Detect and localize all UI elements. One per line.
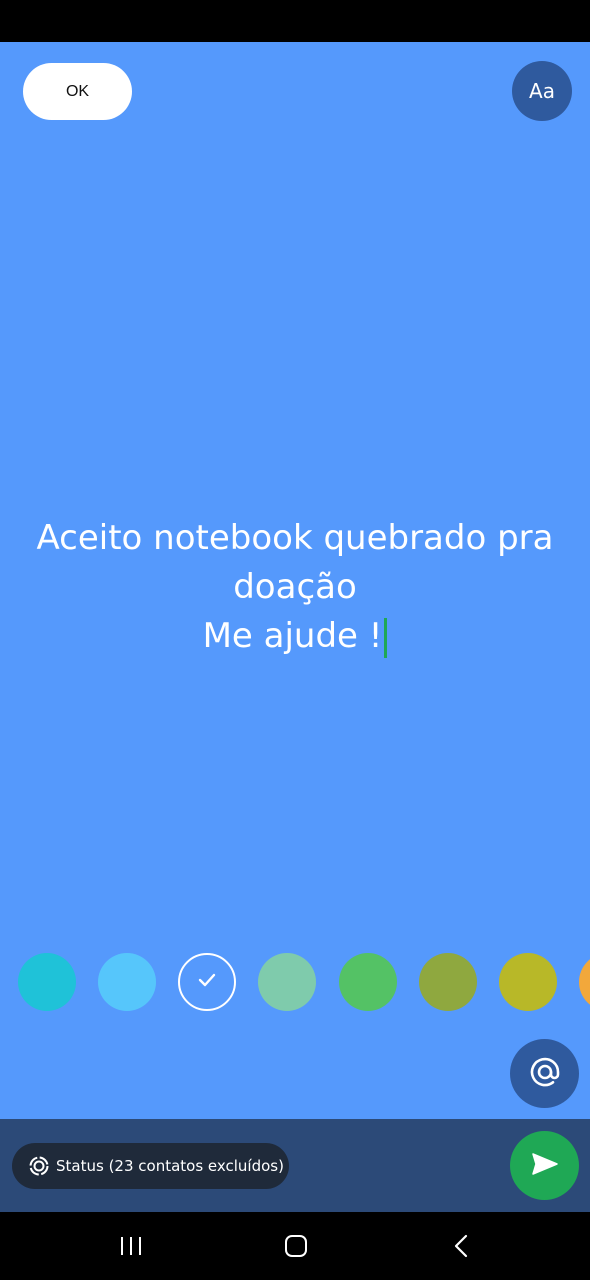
recent-apps-button[interactable] — [111, 1228, 151, 1264]
back-button[interactable] — [442, 1228, 482, 1264]
send-button[interactable] — [510, 1131, 579, 1200]
check-icon — [196, 969, 218, 995]
mention-button[interactable] — [510, 1039, 579, 1108]
font-style-button[interactable]: Aa — [512, 61, 572, 121]
color-swatch[interactable] — [339, 953, 397, 1011]
color-swatch[interactable] — [579, 953, 590, 1011]
color-swatch-selected[interactable] — [178, 953, 236, 1011]
status-editor-canvas[interactable]: OK Aa Aceito notebook quebrado pra doaçã… — [0, 42, 590, 1119]
color-swatch-row[interactable] — [0, 952, 590, 1012]
home-button[interactable] — [276, 1228, 316, 1264]
text-cursor — [384, 617, 388, 658]
ok-button[interactable]: OK — [23, 63, 132, 120]
system-status-bar — [0, 0, 590, 42]
at-icon — [528, 1055, 562, 1093]
color-swatch[interactable] — [18, 953, 76, 1011]
status-text-line-3: Me ajude ! — [0, 612, 590, 661]
status-ring-icon — [28, 1155, 50, 1177]
color-swatch[interactable] — [499, 953, 557, 1011]
status-text-line-1: Aceito notebook quebrado pra — [36, 518, 554, 558]
status-audience-chip[interactable]: Status (23 contatos excluídos) — [12, 1143, 289, 1189]
status-text-line-2: doação — [233, 567, 357, 607]
system-navigation-bar — [0, 1212, 590, 1280]
send-icon — [530, 1149, 560, 1183]
color-swatch[interactable] — [419, 953, 477, 1011]
composer-bottom-bar: Status (23 contatos excluídos) — [0, 1119, 590, 1212]
color-swatch[interactable] — [258, 953, 316, 1011]
status-audience-label: Status (23 contatos excluídos) — [56, 1157, 284, 1175]
status-text-input[interactable]: Aceito notebook quebrado pra doação Me a… — [0, 514, 590, 661]
color-swatch[interactable] — [98, 953, 156, 1011]
